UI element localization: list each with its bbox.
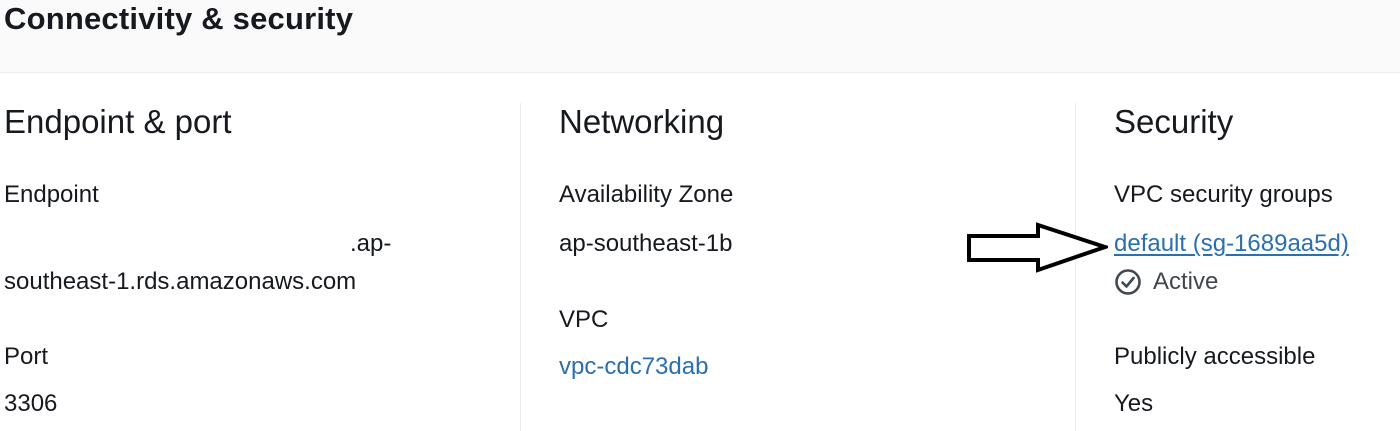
connectivity-security-panel: Connectivity & security Endpoint & port … <box>0 0 1400 431</box>
endpoint-port-title: Endpoint & port <box>4 103 232 140</box>
security-group-status: Active <box>1114 267 1218 297</box>
endpoint-value-line1: .ap- <box>350 230 392 257</box>
security-title: Security <box>1114 103 1234 140</box>
security-column: Security VPC security groups default (sg… <box>1114 72 1400 431</box>
networking-title: Networking <box>559 103 725 140</box>
port-value: 3306 <box>4 390 58 417</box>
security-group-link[interactable]: default (sg-1689aa5d) <box>1114 229 1349 259</box>
publicly-accessible-label: Publicly accessible <box>1114 343 1316 370</box>
arrow-right-icon <box>967 222 1108 273</box>
status-text: Active <box>1153 268 1219 295</box>
panel-title: Connectivity & security <box>4 1 354 36</box>
column-divider <box>520 103 521 431</box>
publicly-accessible-value: Yes <box>1114 390 1154 417</box>
port-label: Port <box>4 343 49 370</box>
vpc-security-groups-label: VPC security groups <box>1114 181 1333 208</box>
availability-zone-value: ap-southeast-1b <box>559 230 733 257</box>
check-circle-icon <box>1115 269 1141 295</box>
endpoint-label: Endpoint <box>4 181 99 208</box>
availability-zone-label: Availability Zone <box>559 181 734 208</box>
vpc-link[interactable]: vpc-cdc73dab <box>559 352 708 382</box>
endpoint-port-column: Endpoint & port Endpoint .ap- southeast-… <box>4 72 514 431</box>
endpoint-value-line2: southeast-1.rds.amazonaws.com <box>4 268 357 295</box>
panel-header: Connectivity & security <box>0 0 1400 73</box>
vpc-label: VPC <box>559 306 609 333</box>
